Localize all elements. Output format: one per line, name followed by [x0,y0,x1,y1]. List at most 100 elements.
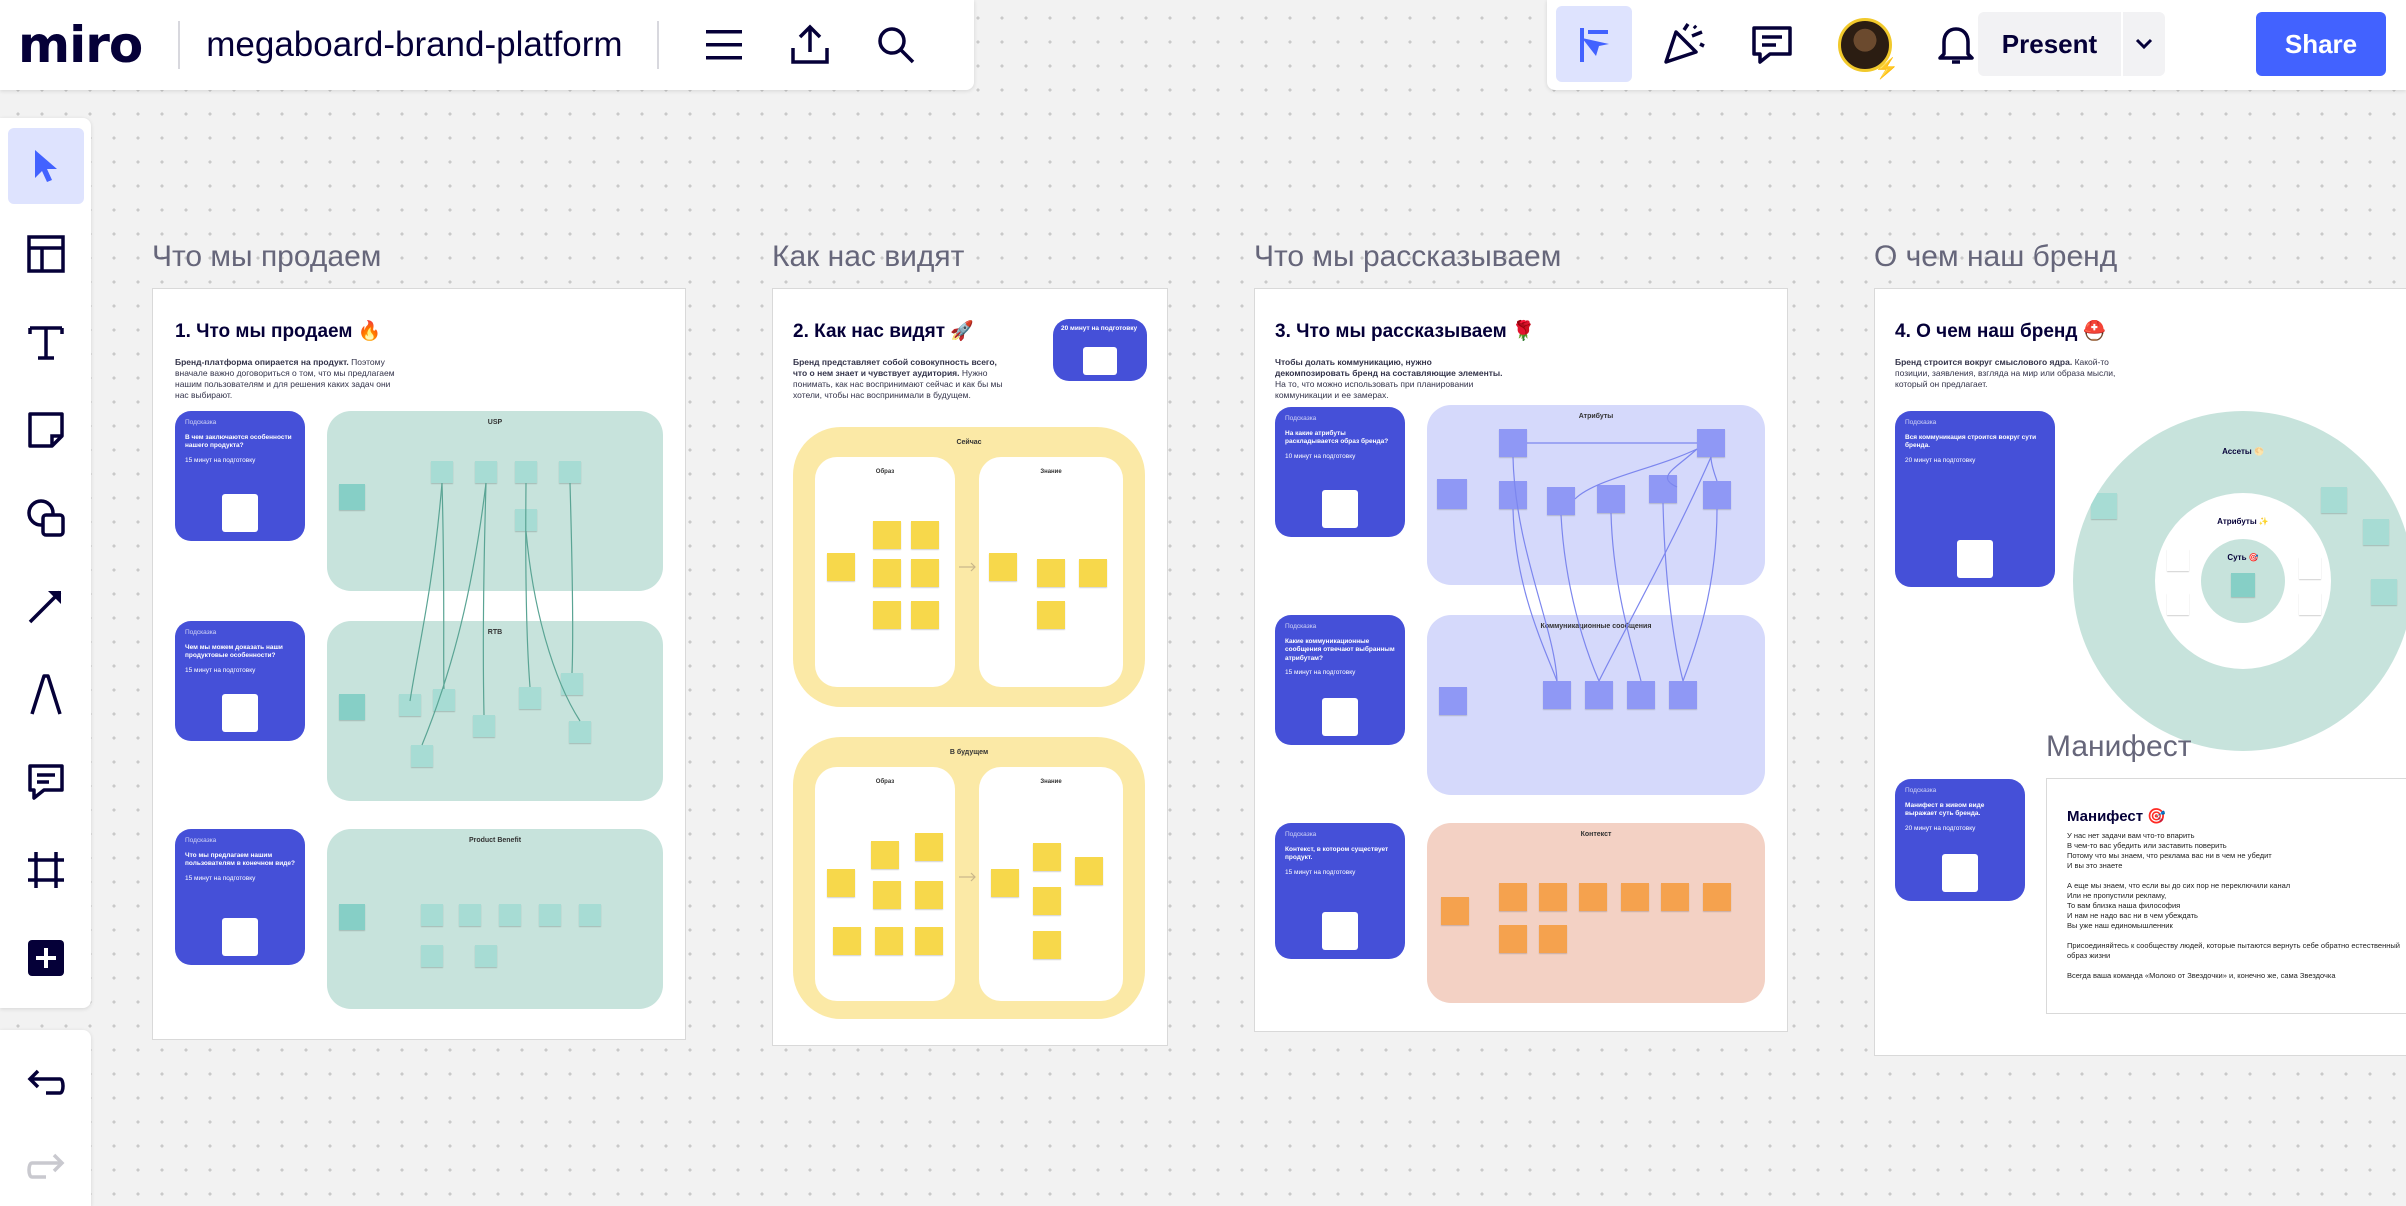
sticky-note[interactable] [579,904,601,926]
sticky-note[interactable] [2231,573,2255,597]
zone-product-benefit[interactable]: Product Benefit [327,829,663,1009]
comment-tool-icon[interactable] [8,744,84,820]
share-button[interactable]: Share [2256,12,2386,76]
frame-what-we-tell[interactable]: 3. Что мы рассказываем 🌹 Чтобы долать ко… [1254,288,1788,1032]
sticky-note[interactable] [421,904,443,926]
comments-icon[interactable] [1734,6,1810,82]
ring-core[interactable]: Суть 🎯 [2201,539,2285,623]
hint-card[interactable]: Подсказка На какие атрибуты раскладывает… [1275,407,1405,537]
templates-icon[interactable] [8,216,84,292]
hint-card[interactable]: Подсказка Какие коммуникационные сообщен… [1275,615,1405,745]
frame-what-we-sell[interactable]: 1. Что мы продаем 🔥 Бренд-платформа опир… [152,288,686,1040]
sticky-note[interactable] [1539,925,1567,953]
frame-label[interactable]: О чем наш бренд [1874,240,2117,274]
sticky-note[interactable] [1669,681,1697,709]
sticky-note[interactable] [1079,559,1107,587]
sticky-note[interactable] [475,461,497,483]
export-icon[interactable] [788,23,832,67]
sticky-note[interactable] [1441,897,1469,925]
frame-how-we-are-seen[interactable]: 2. Как нас видят 🚀 Бренд представляет со… [772,288,1168,1046]
sticky-note[interactable] [1547,487,1575,515]
redo-icon[interactable] [8,1130,84,1206]
sticky-note[interactable] [1037,559,1065,587]
sticky-note[interactable] [475,945,497,967]
sticky-note[interactable] [561,673,583,695]
timer-card[interactable]: 20 минут на подготовку [1053,319,1147,381]
zone-future[interactable]: В будущем Образ Знание [793,737,1145,1019]
sticky-note[interactable] [991,869,1019,897]
hint-card[interactable]: Подсказка Чем мы можем доказать наши про… [175,621,305,741]
sticky-note[interactable] [873,601,901,629]
sticky-note[interactable] [833,927,861,955]
frame-label[interactable]: Что мы рассказываем [1254,240,1561,274]
sticky-note[interactable] [2299,593,2321,615]
sticky-note[interactable] [339,904,365,930]
sticky-note[interactable] [1703,883,1731,911]
sticky-note[interactable] [539,904,561,926]
sticky-note[interactable] [1499,883,1527,911]
sticky-note[interactable] [2091,493,2117,519]
sticky-note[interactable] [1579,883,1607,911]
sticky-note[interactable] [499,904,521,926]
sticky-note[interactable] [911,521,939,549]
sticky-note[interactable] [2167,593,2189,615]
sticky-note[interactable] [1585,681,1613,709]
sticky-note[interactable] [1661,883,1689,911]
sticky-note[interactable] [559,461,581,483]
sticky-note[interactable] [915,881,943,909]
select-cursor-icon[interactable] [8,128,84,204]
sticky-note[interactable] [2321,487,2347,513]
sticky-note[interactable] [915,927,943,955]
hint-card[interactable]: Подсказка В чем заключаются особенности … [175,411,305,541]
sticky-note[interactable] [1499,429,1527,457]
sticky-note-icon[interactable] [8,392,84,468]
frame-label[interactable]: Как нас видят [772,240,964,274]
line-arrow-icon[interactable] [8,568,84,644]
sticky-note[interactable] [875,927,903,955]
sticky-note[interactable] [1697,429,1725,457]
sticky-note[interactable] [871,841,899,869]
menu-icon[interactable] [702,23,746,67]
sticky-note[interactable] [339,484,365,510]
sticky-note[interactable] [911,601,939,629]
ring-attributes[interactable]: Атрибуты ✨ Суть 🎯 [2155,493,2331,669]
zone-now[interactable]: Сейчас Образ Знание [793,427,1145,707]
ring-assets[interactable]: Ассеты 🌕 Атрибуты ✨ Суть 🎯 [2073,411,2406,751]
miro-logo[interactable]: miro [18,16,143,74]
sticky-note[interactable] [1703,481,1731,509]
frame-manifest[interactable]: Манифест 🎯 У нас нет задачи вам что-то в… [2046,778,2406,1014]
sticky-note[interactable] [431,461,453,483]
sticky-note[interactable] [873,559,901,587]
undo-icon[interactable] [8,1046,84,1122]
pen-icon[interactable] [8,656,84,732]
sticky-note[interactable] [1499,481,1527,509]
present-button[interactable]: Present [1978,12,2165,76]
hint-card[interactable]: Подсказка Вся коммуникация строится вокр… [1895,411,2055,587]
search-icon[interactable] [874,23,918,67]
frame-label[interactable]: Манифест [2046,730,2191,764]
sticky-note[interactable] [873,881,901,909]
chevron-down-icon[interactable] [2123,38,2165,50]
sticky-note[interactable] [911,559,939,587]
sticky-note[interactable] [1627,681,1655,709]
sticky-note[interactable] [473,715,495,737]
sticky-note[interactable] [339,694,365,720]
reactions-toolbar-button[interactable] [1556,6,1632,82]
sticky-note[interactable] [421,945,443,967]
shapes-icon[interactable] [8,480,84,556]
sticky-note[interactable] [915,833,943,861]
sticky-note[interactable] [989,553,1017,581]
sticky-note[interactable] [433,689,455,711]
zone-rtb[interactable]: RTB [327,621,663,801]
sticky-note[interactable] [2371,579,2397,605]
sticky-note[interactable] [1437,479,1467,509]
sticky-note[interactable] [2299,557,2321,579]
sticky-note[interactable] [1037,601,1065,629]
more-apps-icon[interactable] [8,920,84,996]
hint-card[interactable]: Подсказка Что мы предлагаем нашим пользо… [175,829,305,965]
sticky-note[interactable] [1649,475,1677,503]
sticky-note[interactable] [827,553,855,581]
sticky-note[interactable] [411,745,433,767]
frame-tool-icon[interactable] [8,832,84,908]
sticky-note[interactable] [459,904,481,926]
